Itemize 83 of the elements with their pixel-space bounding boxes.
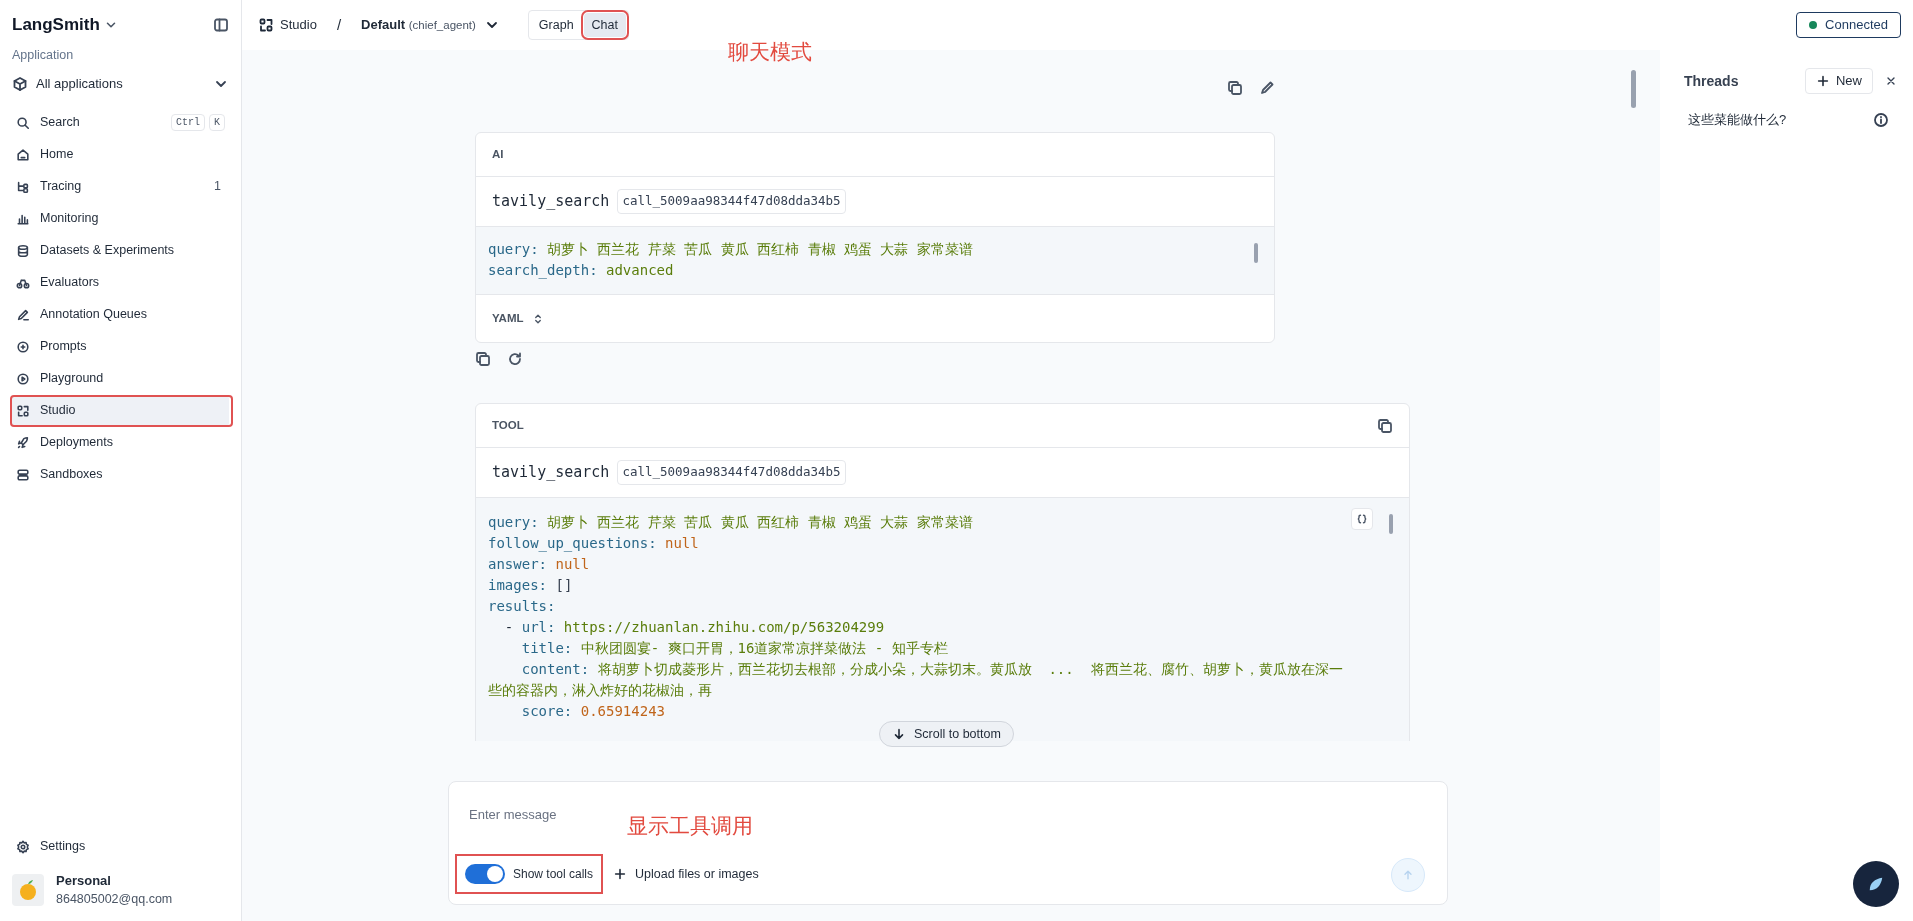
- yaml-line: - url: https://zhuanlan.zhihu.com/p/563204299: [503, 618, 886, 637]
- nav-item[interactable]: Datasets & Experiments: [12, 234, 229, 267]
- nodes-icon: [258, 17, 274, 33]
- refresh-icon[interactable]: [507, 351, 523, 367]
- new-thread-button[interactable]: New: [1805, 68, 1873, 94]
- shortcut-key: K: [209, 114, 225, 132]
- copy-icon[interactable]: [1227, 80, 1243, 96]
- call-id-chip: call_5009aa98344f47d08dda34b5: [617, 460, 846, 485]
- yaml-line: title: 中秋团圆宴- 爽口开胃，16道家常凉拌菜做法 - 知乎专栏: [520, 639, 949, 658]
- account-email: 864805002@qq.com: [56, 891, 173, 909]
- app-selector[interactable]: All applications: [36, 74, 123, 94]
- tool-name: tavily_search: [492, 191, 610, 213]
- call-id-chip: call_5009aa98344f47d08dda34b5: [617, 189, 846, 214]
- shortcut-key: Ctrl: [170, 114, 205, 132]
- search-icon: [16, 115, 30, 130]
- rocket-icon: [16, 435, 30, 450]
- nav-item[interactable]: Deployments: [12, 426, 229, 459]
- nodes-icon: [16, 403, 30, 418]
- nav-item[interactable]: Tracing 1: [12, 170, 229, 203]
- arrow-up-icon: [1402, 869, 1414, 881]
- yaml-line: follow_up_questions: null: [488, 534, 700, 554]
- scroll-to-bottom-button[interactable]: Scroll to bottom: [879, 721, 1014, 747]
- nav-item[interactable]: Playground: [12, 362, 229, 395]
- scrollbar: [1631, 70, 1636, 108]
- copy-icon[interactable]: [475, 351, 491, 367]
- graph-selector[interactable]: Default (chief_agent): [361, 15, 476, 35]
- format-selector[interactable]: YAML: [492, 309, 524, 328]
- scrollbar: [1254, 243, 1258, 263]
- braces-icon: [1356, 513, 1368, 525]
- settings-item[interactable]: Settings: [12, 830, 229, 863]
- scrollbar: [1389, 514, 1393, 534]
- nav-item[interactable]: Monitoring: [12, 202, 229, 235]
- thread-item[interactable]: 这些菜能做什么?: [1688, 110, 1787, 130]
- panel-title: Threads: [1683, 71, 1739, 91]
- edit-icon[interactable]: [1259, 80, 1275, 96]
- tracing-icon: [16, 179, 30, 194]
- yaml-line: query: 胡萝卜 西兰花 芹菜 苦瓜 黄瓜 西红柿 青椒 鸡蛋 大蒜 家常菜谱: [488, 240, 974, 259]
- cube-icon: [12, 75, 28, 92]
- upload-button[interactable]: Upload files or images: [613, 864, 759, 884]
- yaml-line: images: []: [488, 576, 574, 595]
- info-icon[interactable]: [1873, 111, 1889, 128]
- copy-icon[interactable]: [1377, 417, 1393, 434]
- yaml-line: score: 0.65914243: [520, 702, 666, 721]
- json-toggle-button[interactable]: [1351, 508, 1373, 530]
- plus-icon: [613, 867, 628, 881]
- view-tab[interactable]: Graph: [530, 13, 582, 37]
- annotation-text: 聊天模式: [728, 39, 812, 65]
- nav-item[interactable]: Sandboxes: [12, 458, 229, 491]
- tool-name: tavily_search: [492, 462, 610, 484]
- nav-item[interactable]: Search Ctrl K: [12, 106, 229, 139]
- database-icon: [16, 243, 30, 258]
- plus-icon: [1816, 74, 1830, 88]
- section-label: Application: [12, 47, 75, 64]
- yaml-line: query: 胡萝卜 西兰花 芹菜 苦瓜 黄瓜 西红柿 青椒 鸡蛋 大蒜 家常菜谱: [488, 513, 974, 532]
- yaml-line: results:: [488, 597, 557, 616]
- nav-item[interactable]: Annotation Queues: [12, 298, 229, 331]
- stack-icon: [16, 467, 30, 482]
- nav-item[interactable]: Home: [12, 138, 229, 171]
- yaml-line: search_depth: advanced: [488, 261, 675, 281]
- toggle-label: Show tool calls: [513, 866, 594, 883]
- home-icon: [16, 147, 30, 162]
- arrow-down-icon: [892, 727, 906, 741]
- nav-item[interactable]: Evaluators: [12, 266, 229, 299]
- brand-name[interactable]: LangSmith: [12, 12, 100, 38]
- plus-circle-icon: [16, 339, 30, 354]
- toggle-switch[interactable]: [465, 864, 505, 884]
- close-icon[interactable]: [1885, 75, 1897, 87]
- account-name: Personal: [56, 871, 112, 890]
- yaml-line: answer: null: [488, 555, 591, 574]
- view-tab[interactable]: Chat: [583, 13, 626, 37]
- role-label: AI: [492, 146, 504, 162]
- settings-icon: [16, 839, 30, 854]
- pen-icon: [16, 307, 30, 322]
- play-icon: [16, 371, 30, 386]
- count: 1: [214, 178, 222, 196]
- role-label: TOOL: [492, 417, 524, 433]
- yaml-line: content: 将胡萝卜切成菱形片，西兰花切去根部，分成小朵，大蒜切末。黄瓜放 ... 将西兰花、腐竹、胡萝卜，黄瓜放在深一些的容器内，淋入炸好的花椒油，再: [488, 660, 1343, 700]
- connection-status: Connected: [1796, 12, 1901, 38]
- annotation-text: 显示工具调用: [627, 813, 753, 839]
- sidebar-toggle-icon[interactable]: [213, 17, 229, 33]
- breadcrumb-separator: /: [336, 14, 342, 35]
- breadcrumb-link[interactable]: Studio: [280, 15, 317, 35]
- nav-item[interactable]: Prompts: [12, 330, 229, 363]
